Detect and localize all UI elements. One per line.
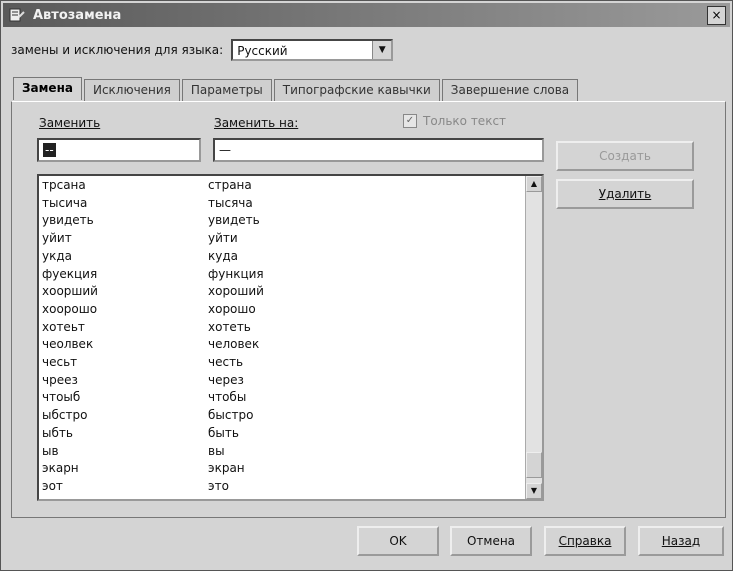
list-scrollbar[interactable]: ▲ ▼ — [525, 176, 542, 499]
tab-word-completion[interactable]: Завершение слова — [441, 79, 579, 102]
replace-with-entry: страна — [208, 178, 252, 192]
replace-with-input[interactable]: — — [213, 138, 544, 162]
ok-button[interactable]: OK — [357, 526, 439, 556]
replace-with-entry: вы — [208, 443, 225, 458]
create-button[interactable]: Создать — [556, 141, 694, 171]
replace-with-label: Заменить на: — [214, 116, 299, 130]
replacement-list[interactable]: эот это экарн экран ыв вы ыбть быть ыбстро быстро… — [37, 174, 544, 501]
delete-button[interactable]: Удалить — [556, 179, 694, 209]
language-value: Русский — [237, 44, 288, 58]
replace-with-entry: быстро — [208, 408, 254, 423]
replace-with-entry: честь — [208, 355, 244, 369]
replace-entry: хотеьт — [42, 319, 85, 334]
replace-entry: ыбстро — [42, 408, 88, 423]
close-button[interactable]: × — [707, 6, 726, 25]
chevron-down-icon[interactable]: ▼ — [372, 41, 392, 59]
close-icon: × — [711, 8, 722, 22]
scroll-thumb[interactable] — [526, 452, 542, 478]
replace-entry: эот — [42, 478, 63, 493]
window-title: Автозамена — [33, 7, 122, 23]
replace-entry: чесьт — [42, 355, 78, 369]
autocorrect-icon — [9, 8, 25, 22]
replace-input-value: -- — [43, 143, 56, 157]
replace-entry: хоорошо — [42, 301, 98, 316]
tab-strip: Замена Исключения Параметры Типографские… — [13, 77, 580, 102]
tab-replace[interactable]: Замена — [13, 77, 82, 100]
replace-entry: чтоыб — [42, 390, 81, 405]
replace-with-entry: быть — [208, 425, 239, 440]
replace-input[interactable]: -- — [37, 138, 201, 162]
scroll-down-icon[interactable]: ▼ — [526, 483, 542, 499]
replace-with-entry: уйти — [208, 231, 238, 246]
replace-entry: ыбть — [42, 425, 73, 440]
replace-with-entry: куда — [208, 248, 238, 263]
replace-with-input-value: — — [219, 143, 231, 157]
replace-entry: увидеть — [42, 213, 94, 228]
check-icon: ✓ — [403, 114, 417, 128]
help-button[interactable]: Справка — [544, 526, 626, 556]
replace-with-entry: функция — [208, 266, 264, 281]
replace-with-entry: увидеть — [208, 213, 260, 228]
replace-entry: фуекция — [42, 266, 98, 281]
replace-with-entry: хорошо — [208, 301, 256, 316]
scroll-up-icon[interactable]: ▲ — [526, 176, 542, 192]
replace-entry: чеолвек — [42, 337, 94, 352]
replace-with-entry: человек — [208, 337, 260, 352]
replace-with-entry: через — [208, 372, 244, 387]
title-bar: Автозамена × — [3, 3, 730, 27]
replace-entry: хоорший — [42, 284, 98, 299]
tab-exceptions[interactable]: Исключения — [83, 79, 180, 102]
language-label: замены и исключения для языка: — [11, 43, 224, 57]
replace-with-entry: тысяча — [208, 195, 253, 210]
replace-entry: тысича — [42, 195, 88, 210]
replace-entry: ыв — [42, 443, 59, 458]
tab-parameters[interactable]: Параметры — [181, 79, 272, 102]
language-row: замены и исключения для языка: Русский ▼ — [11, 39, 394, 61]
back-button[interactable]: Назад — [638, 526, 724, 556]
replace-entry: трсана — [42, 178, 86, 192]
replace-entry: уйит — [42, 231, 72, 246]
cancel-button[interactable]: Отмена — [450, 526, 532, 556]
replace-entry: укда — [42, 248, 72, 263]
language-select[interactable]: Русский ▼ — [231, 39, 394, 61]
replace-entry: экарн — [42, 461, 79, 476]
replace-label: Заменить — [39, 116, 101, 130]
replace-with-entry: чтобы — [208, 390, 247, 405]
replace-with-entry: это — [208, 478, 229, 493]
autocorrect-dialog: Автозамена × замены и исключения для язы… — [0, 0, 733, 571]
replace-with-entry: экран — [208, 461, 245, 476]
tab-typographic-quotes[interactable]: Типографские кавычки — [273, 79, 440, 102]
text-only-label: Только текст — [423, 114, 507, 128]
replace-entry: чреез — [42, 372, 78, 387]
text-only-checkbox[interactable]: ✓ Только текст — [403, 114, 506, 128]
replace-with-entry: хороший — [208, 284, 264, 299]
replace-with-entry: хотеть — [208, 319, 251, 334]
